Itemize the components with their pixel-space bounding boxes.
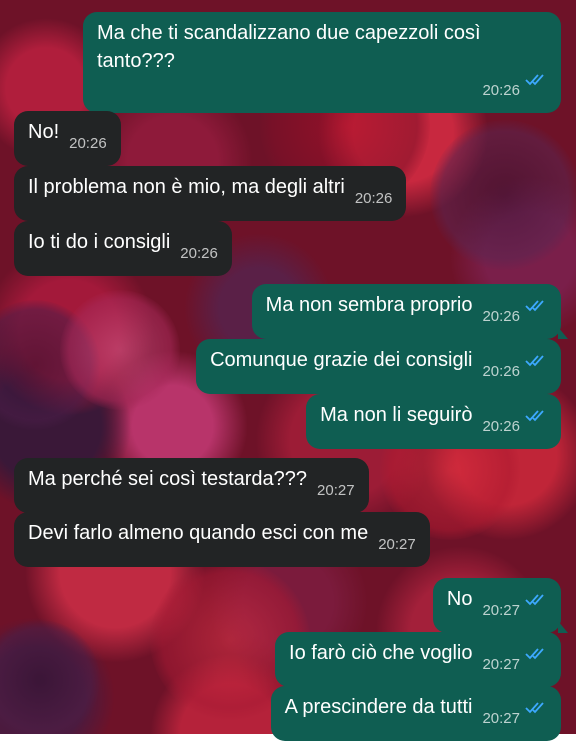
message-bubble-outgoing[interactable]: Io farò ciò che voglio 20:27 <box>275 632 561 687</box>
message-time: 20:27 <box>317 482 355 499</box>
message-text: Ma non sembra proprio <box>265 294 473 316</box>
message-text: Ma non li seguirò <box>320 404 473 426</box>
message-time: 20:27 <box>482 656 520 673</box>
message-time: 20:26 <box>482 418 520 435</box>
double-check-icon <box>525 648 544 660</box>
message-text: No! <box>28 121 60 143</box>
message-text: Ma perché sei così testarda??? <box>28 468 308 490</box>
message-time: 20:26 <box>354 190 393 207</box>
message-bubble-incoming[interactable]: Il problema non è mio, ma degli altri 20:… <box>14 166 407 221</box>
message-time: 20:26 <box>180 245 218 262</box>
double-check-icon <box>525 74 544 86</box>
message-bubble-incoming[interactable]: Ma perché sei così testarda??? 20:27 <box>14 458 369 513</box>
double-check-icon <box>525 300 544 312</box>
message-time: 20:27 <box>378 536 416 553</box>
double-check-icon <box>525 410 544 422</box>
message-text: Io ti do i consigli <box>28 231 171 253</box>
message-bubble-outgoing[interactable]: No 20:27 <box>432 578 569 633</box>
message-bubble-outgoing[interactable]: A prescindere da tutti 20:27 <box>270 686 561 741</box>
message-time: 20:26 <box>482 308 520 325</box>
message-bubble-incoming[interactable]: Devi farlo almeno quando esci con me 20:2… <box>14 512 430 567</box>
message-text: Io farò ciò che voglio <box>289 642 473 664</box>
double-check-icon <box>525 594 544 606</box>
message-bubble-outgoing[interactable]: Comunque grazie dei consigli 20:26 <box>196 339 561 394</box>
message-text: No <box>446 588 473 610</box>
message-text: A prescindere da tutti <box>284 696 473 718</box>
message-time: 20:26 <box>482 363 520 380</box>
message-bubble-outgoing[interactable]: Ma che ti scandalizzano due capezzoli co… <box>83 12 561 113</box>
double-check-icon <box>525 355 544 367</box>
message-bubble-incoming[interactable]: Io ti do i consigli 20:26 <box>14 221 232 276</box>
message-text: Comunque grazie dei consigli <box>210 349 473 371</box>
message-text: Il problema non è mio, ma degli altri <box>28 176 345 198</box>
message-bubble-outgoing[interactable]: Ma non li seguirò 20:26 <box>306 394 561 449</box>
message-time: 20:26 <box>69 135 107 152</box>
message-time: 20:27 <box>482 602 520 619</box>
message-bubble-outgoing[interactable]: Ma non sembra proprio 20:26 <box>251 284 569 339</box>
double-check-icon <box>525 702 544 714</box>
message-time: 20:26 <box>482 82 520 99</box>
message-text: Devi farlo almeno quando esci con me <box>28 522 369 544</box>
message-time: 20:27 <box>482 710 520 727</box>
message-bubble-incoming[interactable]: No! 20:26 <box>14 111 121 166</box>
